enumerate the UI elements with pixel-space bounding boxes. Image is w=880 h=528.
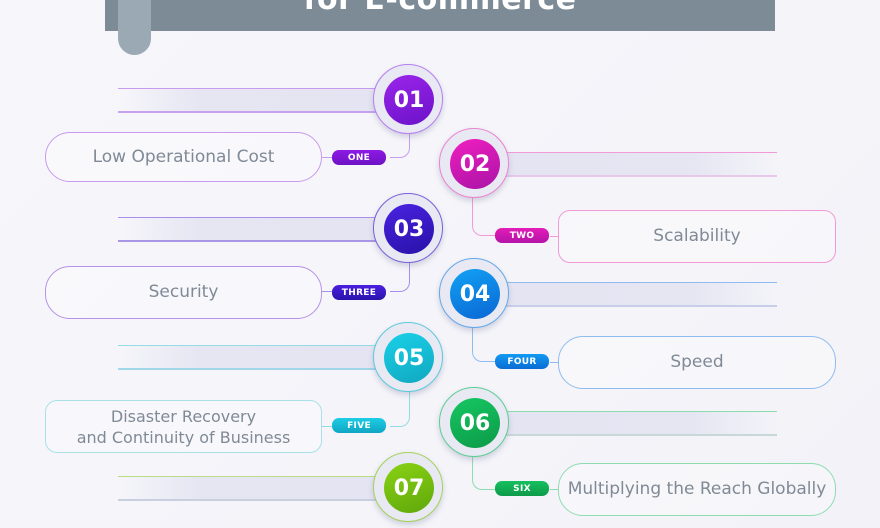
- step-02-connector: [472, 198, 496, 236]
- step-05-tag: FIVE: [332, 418, 386, 433]
- step-04-bar: [492, 282, 777, 307]
- step-05-number-badge: 05: [384, 333, 434, 383]
- step-03-number-badge: 03: [384, 204, 434, 254]
- banner-tab-decoration: [118, 0, 151, 55]
- step-02-label-pill: Scalability: [558, 210, 836, 263]
- step-02-tag: TWO: [495, 228, 549, 243]
- step-02-ring: 02: [439, 128, 509, 198]
- step-01-ring: 01: [373, 64, 443, 134]
- step-01-number-badge: 01: [384, 75, 434, 125]
- step-02-number-badge: 02: [450, 139, 500, 189]
- step-07-ring: 07: [373, 452, 443, 522]
- step-03-bar: [118, 217, 388, 242]
- step-04-label-pill: Speed: [558, 336, 836, 389]
- step-05-ring: 05: [373, 322, 443, 392]
- step-03-ring: 03: [373, 193, 443, 263]
- step-01-label-pill: Low Operational Cost: [45, 132, 322, 182]
- step-04-number-badge: 04: [450, 269, 500, 319]
- step-04-connector: [472, 327, 496, 362]
- step-07-bar: [118, 476, 388, 501]
- step-06-number-badge: 06: [450, 398, 500, 448]
- step-05-bar: [118, 345, 388, 370]
- step-04-label: Speed: [670, 352, 724, 372]
- step-01-connector-stub: [322, 157, 332, 158]
- step-02-label: Scalability: [653, 226, 741, 246]
- step-05-label-line2: and Continuity of Business: [76, 427, 291, 447]
- step-04-ring: 04: [439, 258, 509, 328]
- step-06-tag: SIX: [495, 481, 549, 496]
- step-05-connector-stub: [322, 426, 332, 427]
- step-06-ring: 06: [439, 387, 509, 457]
- step-06-connector: [472, 456, 496, 490]
- step-06-bar: [492, 411, 777, 436]
- step-05-label-line1: Disaster Recovery: [110, 406, 257, 426]
- step-02-bar: [492, 152, 777, 177]
- step-03-label-pill: Security: [45, 266, 322, 319]
- step-04-tag: FOUR: [495, 354, 549, 369]
- step-07-number-badge: 07: [384, 463, 434, 513]
- step-01-bar: [118, 88, 388, 113]
- step-01-label: Low Operational Cost: [92, 146, 275, 167]
- page-title: for E-commerce: [105, 0, 775, 17]
- step-06-label-pill: Multiplying the Reach Globally: [558, 463, 836, 516]
- step-05-label-pill: Disaster Recovery and Continuity of Busi…: [45, 400, 322, 453]
- step-03-tag: THREE: [332, 285, 386, 300]
- step-01-tag: ONE: [332, 150, 386, 165]
- step-05-connector: [390, 392, 410, 427]
- step-01-connector: [390, 130, 410, 158]
- step-03-connector-stub: [322, 291, 332, 292]
- title-banner: for E-commerce: [105, 0, 775, 31]
- step-03-connector: [390, 258, 410, 292]
- step-03-label: Security: [148, 282, 219, 302]
- step-06-label: Multiplying the Reach Globally: [567, 479, 827, 499]
